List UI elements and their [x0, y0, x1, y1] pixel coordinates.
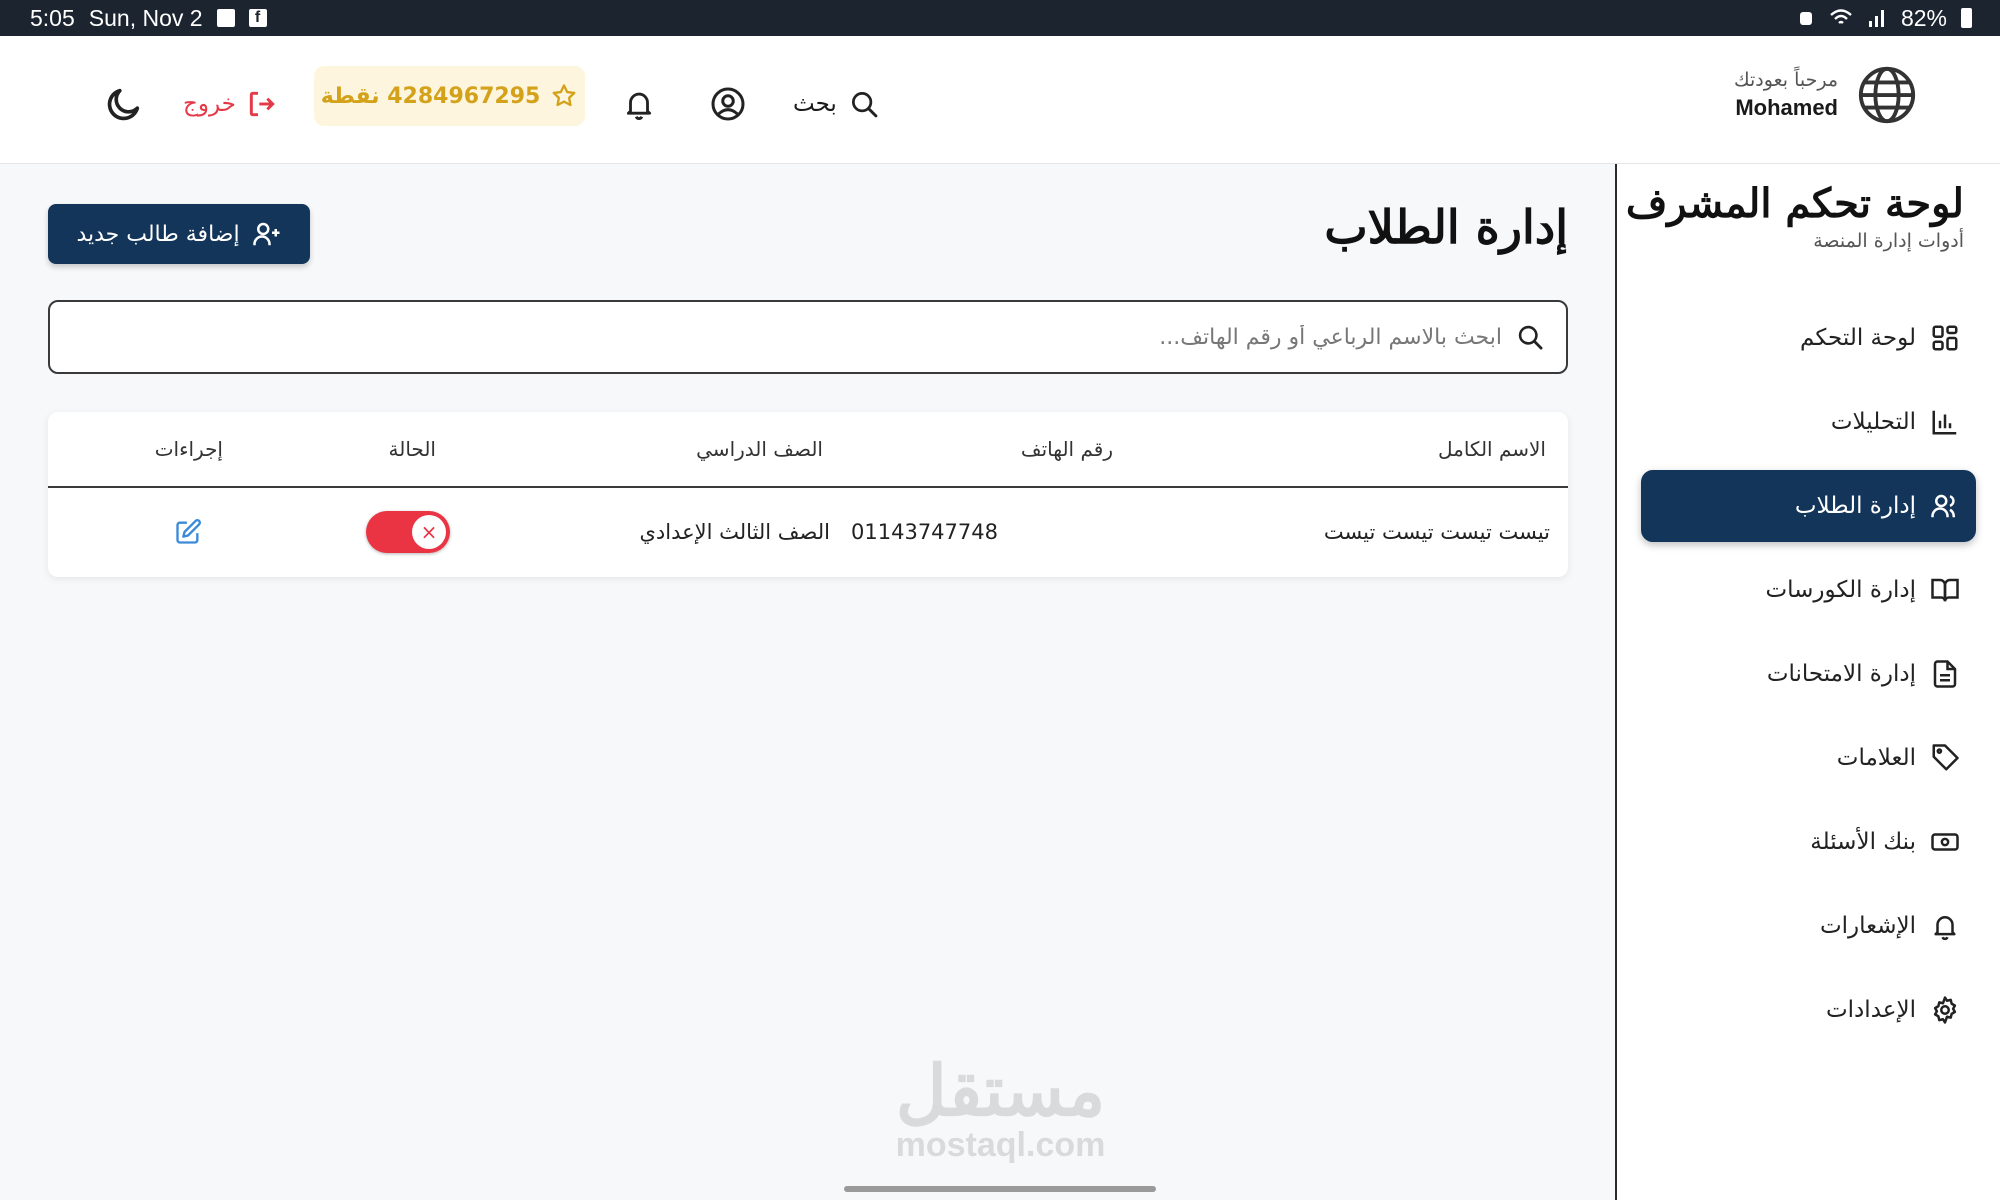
star-icon [552, 84, 576, 107]
bell-icon [626, 92, 652, 120]
status-cell: × [366, 488, 450, 575]
page-title: إدارة الطلاب [1324, 200, 1568, 254]
student-grade: الصف الثالث الإعدادي [639, 519, 830, 544]
globe-icon [1858, 66, 1916, 124]
user-plus-icon [252, 222, 280, 246]
student-phone: 01143747748 [851, 519, 998, 544]
sidebar-item-label: العلامات [1836, 745, 1916, 771]
column-header-grade: الصف الدراسي [696, 437, 823, 461]
logout-icon [249, 91, 275, 117]
search-icon [851, 92, 878, 118]
header-search-label: بحث [793, 91, 837, 117]
sidebar-item-label: الإعدادات [1826, 997, 1916, 1023]
gesture-home-bar[interactable] [844, 1186, 1156, 1192]
gear-icon [1933, 996, 1957, 1024]
points-badge: 4284967295 نقطة [314, 66, 585, 126]
sidebar-item-exams[interactable]: إدارة الامتحانات [1641, 638, 1976, 710]
analytics-icon [1932, 410, 1957, 435]
sidebar-item-label: الإشعارات [1819, 913, 1916, 939]
gallery-notification-icon [216, 9, 235, 27]
battery-icon [1961, 8, 1972, 28]
users-icon [1931, 494, 1955, 518]
actions-cell [174, 488, 202, 575]
document-icon [1933, 660, 1957, 688]
top-header: مرحباً بعودتك Mohamed بحث 4284967295 نقط… [0, 36, 2000, 164]
watermark-arabic: مستقل [895, 1052, 1106, 1130]
points-label: 4284967295 نقطة [320, 83, 541, 109]
header-search-button[interactable]: بحث [793, 80, 879, 128]
wifi-icon [1830, 9, 1852, 24]
signal-icon [1868, 10, 1884, 27]
column-header-name: الاسم الكامل [1437, 437, 1546, 461]
search-icon [1518, 325, 1543, 350]
tag-icon [1932, 744, 1959, 771]
column-header-actions: إجراءات [154, 437, 223, 461]
add-student-button[interactable]: إضافة طالب جديد [48, 204, 310, 264]
close-icon: × [412, 514, 446, 549]
sidebar-item-label: إدارة الطلاب [1794, 493, 1916, 519]
bank-icon [1931, 833, 1959, 851]
sidebar-item-label: التحليلات [1830, 409, 1916, 435]
notifications-button[interactable] [613, 78, 665, 130]
sidebar-item-students[interactable]: إدارة الطلاب [1641, 470, 1976, 542]
sidebar-nav: لوحة التحكم التحليلات إدارة الطلاب إدارة… [1641, 302, 1976, 1058]
status-toggle[interactable]: × [366, 510, 450, 553]
table-row: تيست تيست تيست تيست 01143747748 الصف الث… [48, 488, 1568, 575]
sidebar: لوحة تحكم المشرف أدوات إدارة المنصة لوحة… [1615, 164, 2000, 1200]
status-date: Sun, Nov 2 [88, 4, 203, 31]
watermark-logo: مستقل mostaql.com [878, 1055, 1123, 1163]
logout-button[interactable]: خروج [183, 80, 278, 128]
sidebar-item-courses[interactable]: إدارة الكورسات [1641, 554, 1976, 626]
sidebar-item-label: لوحة التحكم [1800, 325, 1916, 351]
welcome-text: مرحباً بعودتك [1734, 69, 1838, 91]
sidebar-item-label: إدارة الامتحانات [1766, 661, 1916, 687]
brand: مرحباً بعودتك Mohamed [1734, 64, 1918, 126]
status-bar: 5:05 Sun, Nov 2 f 82% [0, 0, 2000, 36]
sidebar-title: لوحة تحكم المشرف [1625, 180, 1964, 227]
table-header: الاسم الكامل رقم الهاتف الصف الدراسي الح… [48, 412, 1568, 488]
sidebar-item-analytics[interactable]: التحليلات [1641, 386, 1976, 458]
sidebar-item-tags[interactable]: العلامات [1641, 722, 1976, 794]
book-icon [1931, 578, 1959, 602]
bell-icon [1934, 916, 1956, 941]
student-search-box [48, 300, 1568, 374]
students-table: الاسم الكامل رقم الهاتف الصف الدراسي الح… [48, 412, 1568, 577]
theme-toggle-button[interactable] [98, 78, 150, 130]
column-header-status: الحالة [388, 437, 436, 461]
sidebar-item-label: بنك الأسئلة [1810, 829, 1916, 855]
sidebar-item-dashboard[interactable]: لوحة التحكم [1641, 302, 1976, 374]
profile-button[interactable] [702, 78, 754, 130]
sidebar-subtitle: أدوات إدارة المنصة [1813, 230, 1964, 252]
column-header-phone: رقم الهاتف [1020, 437, 1113, 461]
student-search-input[interactable] [50, 324, 1502, 350]
status-time: 5:05 [30, 4, 75, 31]
edit-icon[interactable] [174, 518, 202, 546]
sidebar-item-settings[interactable]: الإعدادات [1641, 974, 1976, 1046]
battery-level: 82% [1900, 4, 1947, 31]
user-circle-icon [711, 87, 745, 121]
student-name: تيست تيست تيست تيست [1323, 519, 1550, 544]
watermark-latin: mostaql.com [895, 1126, 1106, 1164]
sidebar-item-question-bank[interactable]: بنك الأسئلة [1641, 806, 1976, 878]
moon-icon [107, 88, 140, 121]
add-student-label: إضافة طالب جديد [76, 221, 240, 247]
dashboard-icon [1932, 325, 1958, 351]
sidebar-item-notifications[interactable]: الإشعارات [1641, 890, 1976, 962]
logout-label: خروج [183, 91, 236, 117]
user-name: Mohamed [1735, 95, 1838, 120]
sidebar-item-label: إدارة الكورسات [1765, 577, 1916, 603]
alarm-icon [1799, 12, 1812, 25]
facebook-notification-icon: f [248, 9, 267, 27]
